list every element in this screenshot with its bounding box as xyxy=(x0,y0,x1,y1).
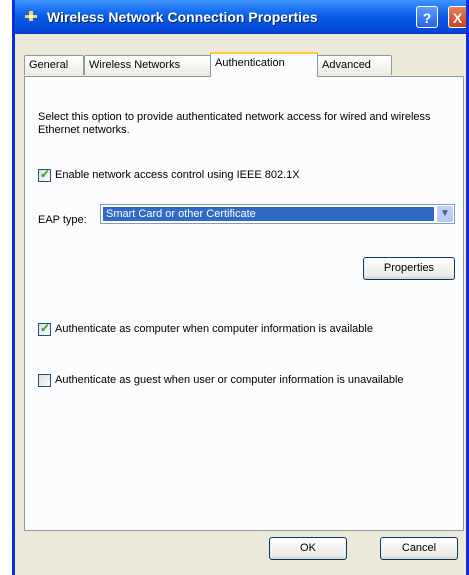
authentication-panel: Select this option to provide authentica… xyxy=(24,76,464,531)
auth-as-guest-label[interactable]: Authenticate as guest when user or compu… xyxy=(55,374,404,387)
chevron-down-icon[interactable]: ▼ xyxy=(437,206,453,222)
eap-type-select[interactable]: Smart Card or other Certificate ▼ xyxy=(100,204,455,224)
properties-dialog: Wireless Network Connection Properties ?… xyxy=(12,0,469,575)
network-connection-icon xyxy=(25,11,37,21)
help-button[interactable]: ? xyxy=(416,6,438,28)
auth-as-computer-label[interactable]: Authenticate as computer when computer i… xyxy=(55,323,373,336)
properties-button[interactable]: Properties xyxy=(363,257,455,280)
auth-as-computer-checkbox[interactable]: ✓ xyxy=(38,321,51,336)
auth-as-guest-checkbox[interactable] xyxy=(38,374,51,387)
checkmark-icon: ✓ xyxy=(40,167,51,181)
auth-as-computer-option[interactable]: ✓ Authenticate as computer when computer… xyxy=(38,321,373,336)
eap-type-label: EAP type: xyxy=(38,214,87,226)
tab-advanced[interactable]: Advanced xyxy=(317,55,392,75)
enable-8021x-checkbox[interactable]: ✓ xyxy=(38,167,51,182)
cancel-button[interactable]: Cancel xyxy=(380,537,458,560)
description-text: Select this option to provide authentica… xyxy=(38,111,431,136)
window-title: Wireless Network Connection Properties xyxy=(47,9,318,25)
checkmark-icon: ✓ xyxy=(40,321,51,335)
close-button[interactable]: X xyxy=(448,6,466,28)
eap-type-value: Smart Card or other Certificate xyxy=(103,207,434,221)
auth-as-guest-option[interactable]: Authenticate as guest when user or compu… xyxy=(38,374,448,387)
ok-button[interactable]: OK xyxy=(269,537,347,560)
tab-strip: General Wireless Networks Authentication… xyxy=(24,52,466,77)
enable-8021x-option[interactable]: ✓ Enable network access control using IE… xyxy=(38,167,300,182)
enable-8021x-label[interactable]: Enable network access control using IEEE… xyxy=(55,169,300,182)
title-bar[interactable]: Wireless Network Connection Properties ?… xyxy=(15,0,466,34)
tab-wireless-networks[interactable]: Wireless Networks xyxy=(84,55,212,75)
tab-general[interactable]: General xyxy=(24,55,84,75)
tab-authentication[interactable]: Authentication xyxy=(210,52,318,77)
